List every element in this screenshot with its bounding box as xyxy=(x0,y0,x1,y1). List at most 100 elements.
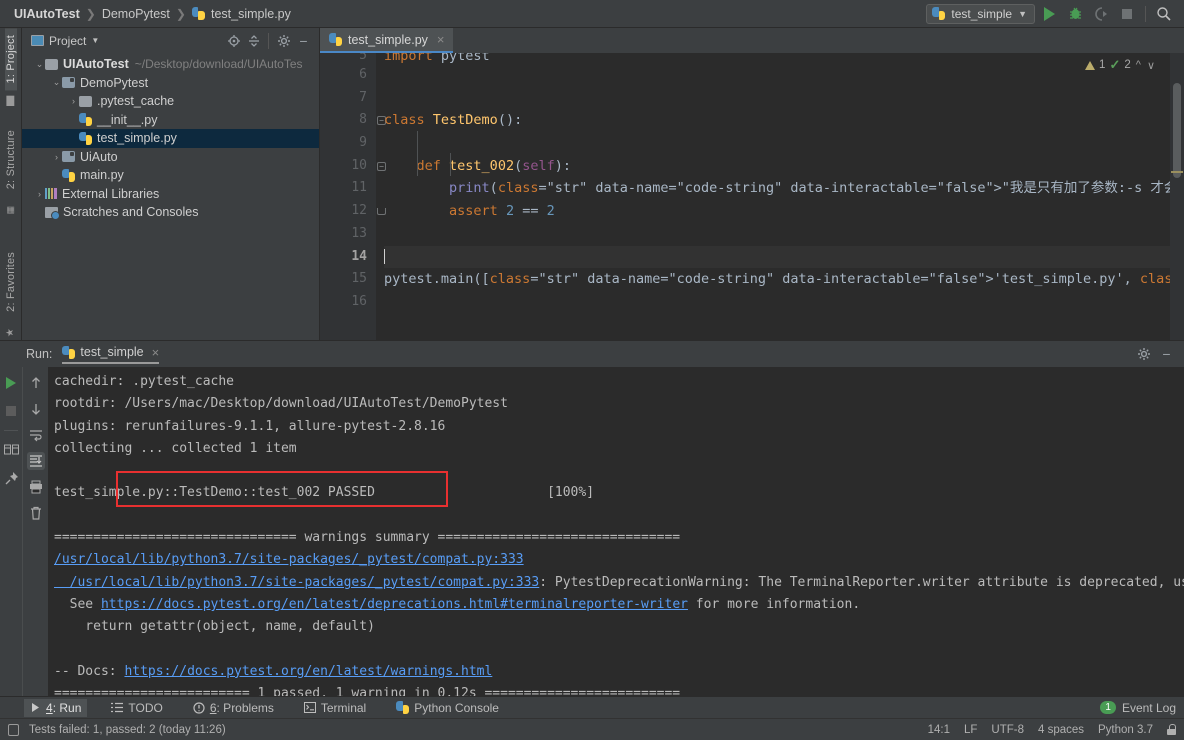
tool-window-button-6-problems[interactable]: 6: Problems xyxy=(187,699,280,717)
tree-node-uiautotest[interactable]: ⌄ UIAutoTest ~/Desktop/download/UIAutoTes xyxy=(22,55,319,74)
close-icon[interactable]: × xyxy=(152,345,160,360)
tree-node-scratches-and-consoles[interactable]: Scratches and Consoles xyxy=(22,203,319,222)
code-line[interactable] xyxy=(384,87,1184,110)
run-configuration-selector[interactable]: test_simple ▼ xyxy=(926,3,1035,24)
tool-tab-favorites[interactable]: 2: Favorites xyxy=(5,245,17,319)
code-line[interactable]: import pytest xyxy=(384,53,1184,64)
scroll-to-end-icon[interactable] xyxy=(26,452,45,470)
close-icon[interactable]: × xyxy=(437,32,445,47)
breadcrumb-item-file[interactable]: test_simple.py xyxy=(211,7,291,21)
line-separator[interactable]: LF xyxy=(964,724,977,736)
tool-window-button-4-run[interactable]: 4: Run xyxy=(24,698,88,717)
editor-tab-test-simple[interactable]: test_simple.py × xyxy=(320,28,453,53)
console-link[interactable]: https://docs.pytest.org/en/latest/deprec… xyxy=(101,597,688,612)
chevron-toggle-icon[interactable]: › xyxy=(51,152,62,162)
editor-code[interactable]: import pytest class TestDemo(): def test… xyxy=(376,53,1184,314)
chevron-down-icon[interactable]: ∨ xyxy=(1146,59,1156,72)
code-line[interactable] xyxy=(384,132,1184,155)
rerun-icon[interactable] xyxy=(2,374,20,392)
stop-icon[interactable] xyxy=(2,402,20,420)
minimize-icon[interactable]: − xyxy=(294,31,313,50)
gutter-line-number[interactable]: 16 xyxy=(320,291,376,314)
collapse-all-icon[interactable] xyxy=(244,31,263,50)
tree-node-main-py[interactable]: main.py xyxy=(22,166,319,185)
gutter-line-number[interactable]: 6 xyxy=(320,64,376,87)
chevron-toggle-icon[interactable]: ⌄ xyxy=(34,59,45,70)
chevron-up-icon[interactable]: ^ xyxy=(1135,59,1142,71)
tool-window-button-terminal[interactable]: Terminal xyxy=(298,699,372,717)
gutter-line-number[interactable]: 13 xyxy=(320,223,376,246)
debug-icon[interactable] xyxy=(1063,3,1087,25)
code-line[interactable] xyxy=(384,223,1184,246)
gutter-line-number[interactable]: 5 xyxy=(320,53,376,64)
run-console-output[interactable]: cachedir: .pytest_cache rootdir: /Users/m… xyxy=(48,367,1184,696)
tree-node-test-simple-py[interactable]: test_simple.py xyxy=(22,129,319,148)
console-link[interactable]: /usr/local/lib/python3.7/site-packages/_… xyxy=(54,552,524,567)
gutter-line-number[interactable]: 12 xyxy=(320,200,386,223)
tree-node-external-libraries[interactable]: › External Libraries xyxy=(22,185,319,204)
console-link[interactable]: https://docs.pytest.org/en/latest/warnin… xyxy=(124,664,492,679)
pin-icon[interactable] xyxy=(2,469,20,487)
print-icon[interactable] xyxy=(27,478,45,496)
tool-window-button-python-console[interactable]: Python Console xyxy=(390,699,505,717)
python-interpreter[interactable]: Python 3.7 xyxy=(1098,724,1153,736)
stop-icon[interactable] xyxy=(1115,3,1139,25)
tree-node--init-py[interactable]: __init__.py xyxy=(22,111,319,130)
editor-gutter[interactable]: 5 6 7 8−9 10−11 12 13 14 15 16 xyxy=(320,53,386,340)
breadcrumb-item-project[interactable]: UIAutoTest xyxy=(14,7,80,21)
lock-icon[interactable] xyxy=(1167,724,1176,735)
clear-all-icon[interactable] xyxy=(27,504,45,522)
tool-tab-project[interactable]: 1: Project xyxy=(4,28,17,91)
tool-window-button-todo[interactable]: TODO xyxy=(105,699,168,717)
editor-code-column[interactable]: import pytest class TestDemo(): def test… xyxy=(376,53,1184,340)
gutter-line-number[interactable]: 9 xyxy=(320,132,376,155)
tree-node-demopytest[interactable]: ⌄ DemoPytest xyxy=(22,74,319,93)
tool-tab-structure[interactable]: 2: Structure xyxy=(5,123,17,196)
code-line[interactable] xyxy=(384,245,1184,269)
editor-scrollbar-thumb[interactable] xyxy=(1173,83,1181,178)
gear-icon[interactable] xyxy=(1134,345,1153,364)
run-tab-test-simple[interactable]: test_simple × xyxy=(62,345,160,364)
coverage-icon[interactable] xyxy=(1089,3,1113,25)
file-encoding[interactable]: UTF-8 xyxy=(991,724,1024,736)
gutter-line-number[interactable]: 11 xyxy=(320,177,376,200)
editor-scrollbar-track[interactable] xyxy=(1170,53,1184,340)
breadcrumb-item-folder[interactable]: DemoPytest xyxy=(102,7,170,21)
gutter-line-number[interactable]: 10− xyxy=(320,155,386,178)
gutter-line-number[interactable]: 8− xyxy=(320,109,386,132)
layout-icon[interactable] xyxy=(2,441,20,459)
locate-icon[interactable] xyxy=(224,31,243,50)
run-panel-actions: − xyxy=(1134,345,1176,364)
chevron-toggle-icon[interactable]: › xyxy=(34,189,45,199)
code-line[interactable] xyxy=(384,291,1184,314)
down-icon[interactable] xyxy=(27,400,45,418)
soft-wrap-icon[interactable] xyxy=(27,426,45,444)
minimize-icon[interactable]: − xyxy=(1157,345,1176,364)
up-icon[interactable] xyxy=(27,374,45,392)
chevron-down-icon[interactable]: ▼ xyxy=(91,36,99,45)
gear-icon[interactable] xyxy=(274,31,293,50)
code-line[interactable]: print(class="str" data-name="code-string… xyxy=(384,177,1184,200)
search-icon[interactable] xyxy=(1152,3,1176,25)
breadcrumb-separator-icon: ❯ xyxy=(175,6,186,21)
caret-position[interactable]: 14:1 xyxy=(928,724,950,736)
code-line[interactable]: class TestDemo(): xyxy=(384,109,1184,132)
code-line[interactable]: pytest.main([class="str" data-name="code… xyxy=(384,268,1184,291)
inspection-widget[interactable]: 1 ✓ 2 ^ ∨ xyxy=(1085,57,1156,73)
project-tree[interactable]: ⌄ UIAutoTest ~/Desktop/download/UIAutoTes ⌄… xyxy=(22,53,319,340)
chevron-toggle-icon[interactable]: › xyxy=(68,96,79,106)
gutter-line-number[interactable]: 15 xyxy=(320,268,376,291)
gutter-line-number[interactable]: 7 xyxy=(320,87,376,110)
editor-body[interactable]: 5 6 7 8−9 10−11 12 13 14 15 16 import pytest clas… xyxy=(320,53,1184,340)
tree-node--pytest-cache[interactable]: › .pytest_cache xyxy=(22,92,319,111)
chevron-toggle-icon[interactable]: ⌄ xyxy=(51,77,62,88)
code-line[interactable]: assert 2 == 2 xyxy=(384,200,1184,223)
event-log-area[interactable]: 1 Event Log xyxy=(1100,701,1184,715)
indent-setting[interactable]: 4 spaces xyxy=(1038,724,1084,736)
tree-node-uiauto[interactable]: › UiAuto xyxy=(22,148,319,167)
code-line[interactable]: def test_002(self): xyxy=(384,155,1184,178)
console-link[interactable]: /usr/local/lib/python3.7/site-packages/_… xyxy=(54,575,540,590)
gutter-line-number[interactable]: 14 xyxy=(320,246,376,269)
run-icon[interactable] xyxy=(1037,3,1061,25)
code-line[interactable] xyxy=(384,64,1184,87)
